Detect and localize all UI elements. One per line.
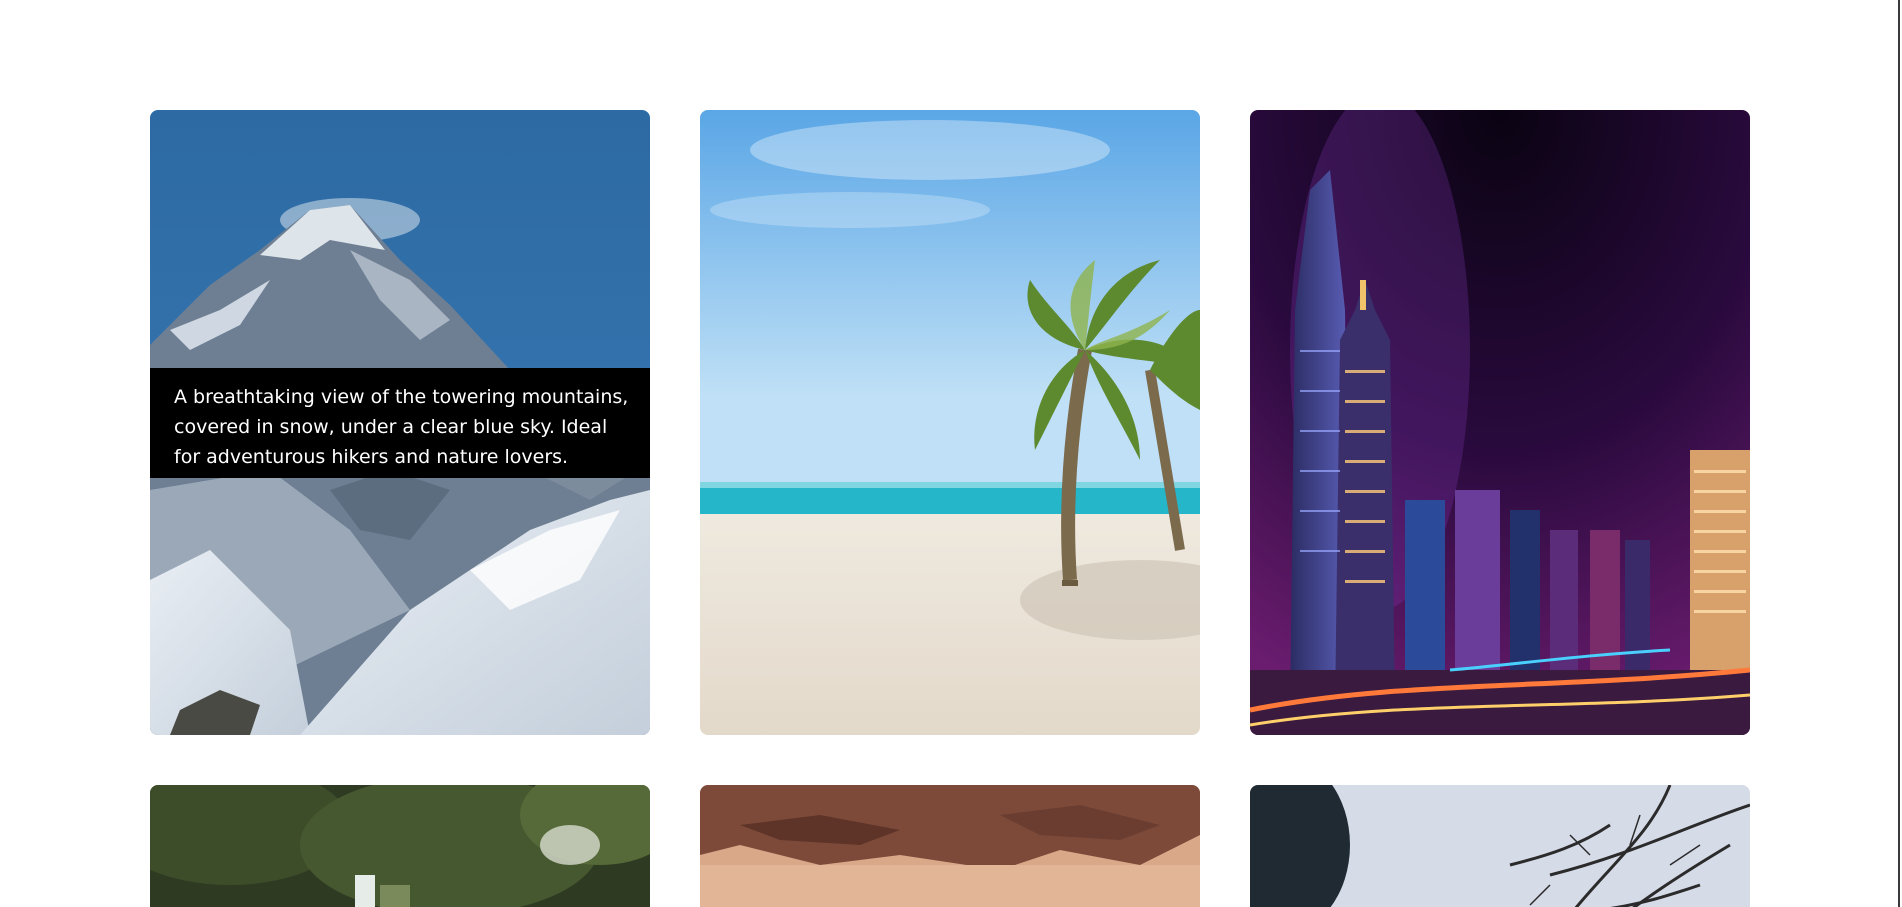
gallery-card-winter-branches[interactable] — [1250, 785, 1750, 907]
gallery-card-city-night[interactable] — [1250, 110, 1750, 735]
window-edge — [1898, 0, 1902, 907]
city-night-image — [1250, 110, 1750, 735]
gallery-page: A breathtaking view of the towering moun… — [0, 0, 1902, 907]
gallery-card-beach[interactable] — [700, 110, 1200, 735]
forest-waterfall-image — [150, 785, 650, 907]
gallery-card-desert[interactable] — [700, 785, 1200, 907]
beach-image — [700, 110, 1200, 735]
gallery-card-forest-waterfall[interactable] — [150, 785, 650, 907]
winter-branches-image — [1250, 785, 1750, 907]
card-caption: A breathtaking view of the towering moun… — [150, 368, 650, 478]
gallery-card-mountain[interactable]: A breathtaking view of the towering moun… — [150, 110, 650, 735]
desert-image — [700, 785, 1200, 907]
